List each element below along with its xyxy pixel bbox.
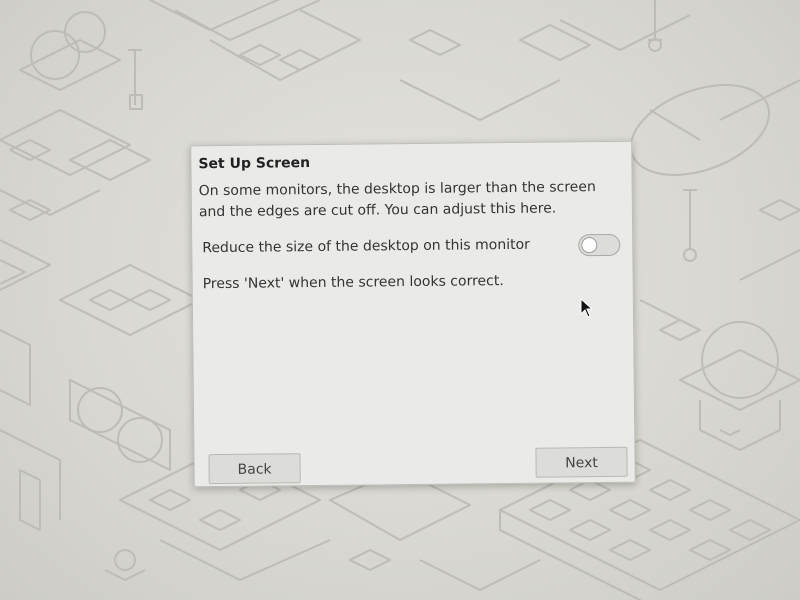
setup-screen-dialog: Set Up Screen On some monitors, the desk… <box>190 140 636 488</box>
mouse-pointer-icon <box>580 298 594 318</box>
dialog-title: Set Up Screen <box>198 155 311 173</box>
next-button[interactable]: Next <box>535 446 628 478</box>
toggle-knob <box>581 237 598 254</box>
reduce-desktop-size-label: Reduce the size of the desktop on this m… <box>202 236 530 257</box>
reduce-desktop-size-option: Reduce the size of the desktop on this m… <box>202 233 622 262</box>
desktop-background: Set Up Screen On some monitors, the desk… <box>0 0 800 600</box>
reduce-desktop-size-toggle[interactable] <box>578 233 621 257</box>
instruction-text: Press 'Next' when the screen looks corre… <box>202 273 504 293</box>
back-button[interactable]: Back <box>208 453 301 485</box>
dialog-description: On some monitors, the desktop is larger … <box>198 179 596 221</box>
